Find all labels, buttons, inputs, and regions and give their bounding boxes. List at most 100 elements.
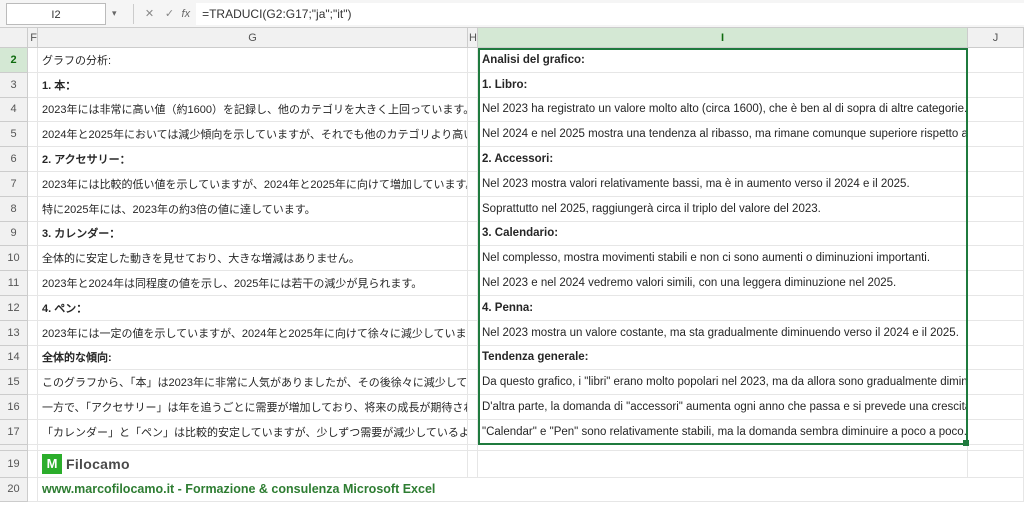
cell-G10[interactable]: 全体的に安定した動きを見せており、大きな増減はありません。 [38,246,468,271]
cell-G11[interactable]: 2023年と2024年は同程度の値を示し、2025年には若干の減少が見られます。 [38,271,468,296]
cell-F14[interactable] [28,346,38,371]
cell-I11[interactable]: Nel 2023 e nel 2024 vedremo valori simil… [478,271,968,296]
cell-F5[interactable] [28,122,38,147]
cell-H10[interactable] [468,246,478,271]
cell-F13[interactable] [28,321,38,346]
row-header-10[interactable]: 10 [0,246,28,271]
fx-icon[interactable]: fx [182,8,191,20]
cell-I10[interactable]: Nel complesso, mostra movimenti stabili … [478,246,968,271]
cell-G2[interactable]: グラフの分析: [38,48,468,73]
row-header-19[interactable]: 19 [0,451,28,478]
cell-J13[interactable] [968,321,1024,346]
cell-J9[interactable] [968,222,1024,247]
cell-F6[interactable] [28,147,38,172]
cell-G5[interactable]: 2024年と2025年においては減少傾向を示していますが、それでも他のカテゴリよ… [38,122,468,147]
formula-input[interactable]: =TRADUCI(G2:G17;"ja";"it") [196,3,1024,25]
col-header-H[interactable]: H [468,28,478,48]
cell-J7[interactable] [968,172,1024,197]
cell-I13[interactable]: Nel 2023 mostra un valore costante, ma s… [478,321,968,346]
cell-I12[interactable]: 4. Penna: [478,296,968,321]
cell-J15[interactable] [968,370,1024,395]
col-header-I[interactable]: I [478,28,968,48]
row-header-16[interactable]: 16 [0,395,28,420]
cell-J14[interactable] [968,346,1024,371]
row-header-5[interactable]: 5 [0,122,28,147]
row-header-6[interactable]: 6 [0,147,28,172]
row-header-3[interactable]: 3 [0,73,28,98]
name-box-dropdown-icon[interactable]: ▾ [112,8,117,19]
cell-J11[interactable] [968,271,1024,296]
cell-F3[interactable] [28,73,38,98]
cell-I8[interactable]: Soprattutto nel 2025, raggiungerà circa … [478,197,968,222]
cell-J4[interactable] [968,98,1024,123]
cell-G14[interactable]: 全体的な傾向: [38,346,468,371]
cell-F17[interactable] [28,420,38,445]
cell-G9[interactable]: 3. カレンダー： [38,222,468,247]
cell-J6[interactable] [968,147,1024,172]
cell-F4[interactable] [28,98,38,123]
cell-F2[interactable] [28,48,38,73]
col-header-F[interactable]: F [28,28,38,48]
cell-F7[interactable] [28,172,38,197]
cell-G4[interactable]: 2023年には非常に高い値（約1600）を記録し、他のカテゴリを大きく上回ってい… [38,98,468,123]
row-header-4[interactable]: 4 [0,98,28,123]
cell-G17[interactable]: 「カレンダー」と「ペン」は比較的安定していますが、少しずつ需要が減少しているよう… [38,420,468,445]
cell-F9[interactable] [28,222,38,247]
cell-H3[interactable] [468,73,478,98]
cell-H8[interactable] [468,197,478,222]
cell-H5[interactable] [468,122,478,147]
cell-H9[interactable] [468,222,478,247]
cell-F11[interactable] [28,271,38,296]
cell-H6[interactable] [468,147,478,172]
cell-H4[interactable] [468,98,478,123]
col-header-J[interactable]: J [968,28,1024,48]
row-header-11[interactable]: 11 [0,271,28,296]
cell-I7[interactable]: Nel 2023 mostra valori relativamente bas… [478,172,968,197]
cell-J5[interactable] [968,122,1024,147]
cell-H15[interactable] [468,370,478,395]
cell-H17[interactable] [468,420,478,445]
cell-G8[interactable]: 特に2025年には、2023年の約3倍の値に達しています。 [38,197,468,222]
cell-H16[interactable] [468,395,478,420]
cell-J10[interactable] [968,246,1024,271]
cell-I17[interactable]: "Calendar" e "Pen" sono relativamente st… [478,420,968,445]
cell-I5[interactable]: Nel 2024 e nel 2025 mostra una tendenza … [478,122,968,147]
confirm-icon[interactable]: ✓ [162,6,178,22]
name-box[interactable]: I2 [6,3,106,25]
row-header-13[interactable]: 13 [0,321,28,346]
cell-J16[interactable] [968,395,1024,420]
row-header-14[interactable]: 14 [0,346,28,371]
cell-I6[interactable]: 2. Accessori: [478,147,968,172]
cell-H13[interactable] [468,321,478,346]
cell-H12[interactable] [468,296,478,321]
cell-F12[interactable] [28,296,38,321]
row-header-2[interactable]: 2 [0,48,28,73]
cell-J17[interactable] [968,420,1024,445]
cell-H2[interactable] [468,48,478,73]
cancel-icon[interactable]: ✕ [142,6,158,22]
cell-G12[interactable]: 4. ペン： [38,296,468,321]
row-header-20[interactable]: 20 [0,478,28,502]
cell-G16[interactable]: 一方で、「アクセサリー」は年を追うごとに需要が増加しており、将来の成長が期待され… [38,395,468,420]
select-all-corner[interactable] [0,28,28,48]
cell-H7[interactable] [468,172,478,197]
cell-F15[interactable] [28,370,38,395]
cell-F10[interactable] [28,246,38,271]
cell-J8[interactable] [968,197,1024,222]
cell-I2[interactable]: Analisi del grafico: [478,48,968,73]
cell-J12[interactable] [968,296,1024,321]
cell-H14[interactable] [468,346,478,371]
row-header-7[interactable]: 7 [0,172,28,197]
cell-I14[interactable]: Tendenza generale: [478,346,968,371]
cell-I3[interactable]: 1. Libro: [478,73,968,98]
row-header-9[interactable]: 9 [0,222,28,247]
col-header-G[interactable]: G [38,28,468,48]
cell-H11[interactable] [468,271,478,296]
cell-G13[interactable]: 2023年には一定の値を示していますが、2024年と2025年に向けて徐々に減少… [38,321,468,346]
cell-I15[interactable]: Da questo grafico, i "libri" erano molto… [478,370,968,395]
row-header-12[interactable]: 12 [0,296,28,321]
cell-I4[interactable]: Nel 2023 ha registrato un valore molto a… [478,98,968,123]
cell-I16[interactable]: D'altra parte, la domanda di "accessori"… [478,395,968,420]
cell-J3[interactable] [968,73,1024,98]
cell-F8[interactable] [28,197,38,222]
